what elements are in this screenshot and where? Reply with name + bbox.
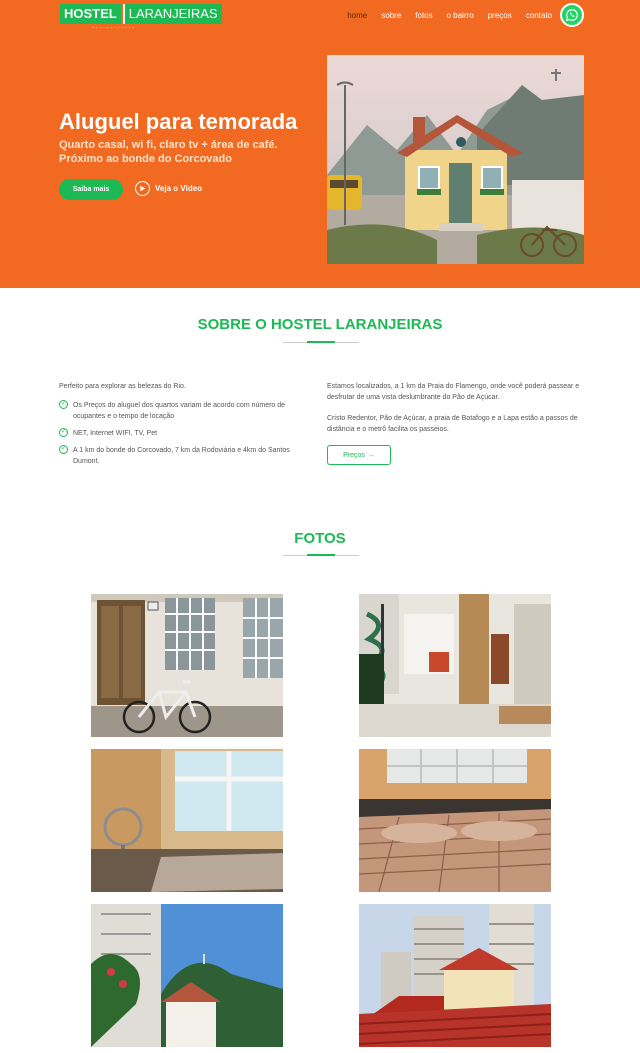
about-paragraph-2: Cristo Redentor, Pão de Açúcar, a praia … (327, 415, 578, 433)
check-icon: ✓ (59, 445, 68, 454)
play-icon (135, 181, 150, 196)
photo-bedroom-bed[interactable] (359, 749, 551, 892)
nav-fotos[interactable]: fotos (415, 11, 432, 20)
hero-house-image (327, 55, 584, 264)
logo-word-laranjeiras: LARANJEIRAS (122, 4, 222, 24)
nav-o-bairro[interactable]: o bairro (447, 11, 474, 20)
feature-text: A 1 km do bonde do Corcovado, 7 km da Ro… (73, 447, 290, 465)
nav-precos[interactable]: preços (488, 11, 512, 20)
about-title: SOBRE O HOSTEL LARANJEIRAS (197, 316, 443, 333)
photo-houses-roofs[interactable] (359, 904, 551, 1047)
arrow-right-icon: → (367, 451, 375, 459)
hero-section: HOSTEL LARANJEIRAS - - - - - - - - - - -… (0, 0, 640, 288)
photo-bedroom-fan[interactable] (91, 749, 283, 892)
about-right-column: Estamos localizados, a 1 km da Praia do … (327, 381, 585, 435)
nav-home[interactable]: home (347, 11, 367, 20)
nav-sobre[interactable]: sobre (381, 11, 401, 20)
about-divider (283, 341, 359, 343)
site-logo[interactable]: HOSTEL LARANJEIRAS - - - - - - - - - - -… (60, 4, 222, 31)
main-nav: home sobre fotos o bairro preços contato (347, 11, 552, 20)
photo-facade-bicycle[interactable] (91, 594, 283, 737)
photo-street-corcovado[interactable] (91, 904, 283, 1047)
hero-title: Aluguel para temorada (59, 109, 298, 134)
feature-text: Os Preços do aluguel dos quartos variam … (73, 402, 286, 420)
feature-item: ✓ Os Preços do aluguel dos quartos varia… (59, 400, 314, 422)
feature-item: ✓ NET, Internet WIFI, TV, Pet (59, 428, 314, 439)
saiba-mais-button[interactable]: Saiba mais (59, 179, 123, 200)
photos-title: FOTOS (294, 530, 346, 547)
video-link-label: Veja o Vídeo (155, 184, 203, 193)
photos-divider (283, 554, 359, 556)
check-icon: ✓ (59, 428, 68, 437)
precos-button[interactable]: Preços → (327, 445, 391, 465)
hero-subtitle: Quarto casal, wi fi, claro tv + área de … (59, 139, 278, 165)
logo-tagline: - - - - - - - - - - - - (92, 25, 135, 31)
about-paragraph-1: Estamos localizados, a 1 km da Praia do … (327, 383, 580, 401)
logo-word-hostel: HOSTEL (60, 4, 121, 24)
nav-contato[interactable]: contato (526, 11, 552, 20)
whatsapp-icon[interactable] (560, 3, 584, 27)
feature-text: NET, Internet WIFI, TV, Pet (73, 430, 158, 437)
video-link[interactable]: Veja o Vídeo (135, 181, 202, 196)
precos-button-label: Preços (343, 451, 365, 459)
photo-living-room[interactable] (359, 594, 551, 737)
check-icon: ✓ (59, 400, 68, 409)
feature-item: ✓ A 1 km do bonde do Corcovado, 7 km da … (59, 445, 314, 467)
about-intro: Perfeito para explorar as belezas do Rio… (59, 383, 186, 390)
about-left-column: Perfeito para explorar as belezas do Rio… (59, 381, 314, 467)
